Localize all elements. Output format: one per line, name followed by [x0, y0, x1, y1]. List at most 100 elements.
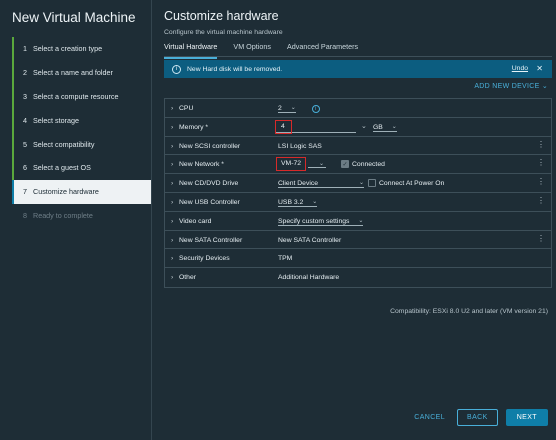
video-select[interactable]: Specify custom settings ⌄	[278, 218, 364, 226]
hardware-row-network: › New Network * VM-72 ⌄ ✓ Connected ⋮	[165, 155, 551, 175]
hardware-row-cpu: › CPU 2 ⌄ i	[165, 99, 551, 118]
wizard-title: New Virtual Machine	[12, 10, 136, 25]
more-vertical-icon[interactable]: ⋮	[537, 196, 545, 205]
wizard-step-3[interactable]: 3 Select a compute resource	[12, 84, 151, 109]
more-vertical-icon[interactable]: ⋮	[537, 140, 545, 149]
step-label: Select a compute resource	[33, 91, 119, 101]
step-label: Ready to complete	[33, 210, 93, 220]
chevron-right-icon: ›	[171, 198, 174, 206]
chevron-down-icon[interactable]: ⌄	[319, 160, 324, 167]
main-panel: Customize hardware Configure the virtual…	[152, 0, 556, 440]
chevron-right-icon: ›	[171, 161, 174, 169]
memory-label: Memory *	[179, 123, 209, 131]
undo-link[interactable]: Undo	[512, 65, 528, 72]
step-label: Select compatibility	[33, 139, 95, 149]
banner-text: New Hard disk will be removed.	[187, 65, 283, 73]
network-label: New Network *	[179, 161, 224, 169]
wizard-step-1[interactable]: 1 Select a creation type	[12, 37, 151, 61]
cpu-select[interactable]: 2 ⌄	[278, 105, 296, 113]
row-expander[interactable]: › New USB Controller	[171, 199, 240, 206]
network-value[interactable]: VM-72	[281, 160, 301, 167]
tab-vm-options[interactable]: VM Options	[233, 42, 271, 56]
row-expander[interactable]: › New Network *	[171, 161, 224, 168]
row-expander[interactable]: › New SCSI controller	[171, 143, 240, 150]
usb-select[interactable]: USB 3.2 ⌄	[278, 198, 318, 207]
page-title: Customize hardware	[164, 9, 279, 23]
step-label: Select a creation type	[33, 44, 103, 54]
wizard-step-4[interactable]: 4 Select storage	[12, 108, 151, 133]
sata-value: New SATA Controller	[278, 236, 342, 244]
step-number: 3	[23, 91, 27, 101]
row-expander[interactable]: › Video card	[171, 218, 211, 225]
other-label: Other	[179, 274, 196, 282]
connect-at-power-on-label: Connect At Power On	[379, 180, 445, 188]
scsi-value: LSI Logic SAS	[278, 142, 322, 150]
memory-unit-select[interactable]: GB ⌄	[373, 124, 397, 132]
cpu-value: 2	[278, 105, 282, 112]
hardware-row-security: › Security Devices TPM	[165, 249, 551, 269]
tab-advanced-parameters[interactable]: Advanced Parameters	[287, 42, 358, 56]
row-expander[interactable]: › Memory *	[171, 124, 208, 131]
step-label: Customize hardware	[33, 187, 99, 197]
chevron-down-icon: ⌄	[358, 180, 364, 187]
step-number: 2	[23, 68, 27, 78]
usb-value: USB 3.2	[278, 198, 304, 206]
hardware-table: › CPU 2 ⌄ i › Memory * 4 ⌄ GB ⌄ › New SCSI co…	[164, 98, 552, 288]
tab-virtual-hardware[interactable]: Virtual Hardware	[164, 42, 218, 59]
hardware-row-usb: › New USB Controller USB 3.2 ⌄ ⋮	[165, 193, 551, 212]
close-icon[interactable]: ✕	[536, 64, 543, 73]
next-button[interactable]: NEXT	[505, 409, 548, 426]
chevron-right-icon: ›	[171, 236, 174, 244]
cd-select[interactable]: Client Device ⌄	[278, 180, 364, 189]
connect-at-power-on-checkbox[interactable]	[368, 179, 376, 188]
step-number: 8	[23, 210, 27, 220]
row-expander[interactable]: › Security Devices	[171, 255, 230, 262]
row-expander[interactable]: › Other	[171, 274, 196, 281]
step-number: 7	[23, 187, 27, 197]
hardware-row-video: › Video card Specify custom settings ⌄	[165, 212, 551, 231]
chevron-right-icon: ›	[171, 142, 174, 150]
network-select-underline	[308, 167, 326, 169]
chevron-right-icon: ›	[171, 217, 174, 225]
chevron-right-icon: ›	[171, 123, 174, 131]
hardware-row-scsi: › New SCSI controller LSI Logic SAS ⋮	[165, 137, 551, 156]
chevron-right-icon: ›	[171, 105, 174, 112]
wizard-sidebar: New Virtual Machine 1 Select a creation t…	[0, 0, 152, 440]
info-banner: i New Hard disk will be removed. Undo ✕	[164, 60, 552, 78]
wizard-step-5[interactable]: 5 Select compatibility	[12, 132, 151, 156]
wizard-step-2[interactable]: 2 Select a name and folder	[12, 60, 151, 85]
chevron-right-icon: ›	[171, 274, 174, 282]
back-button[interactable]: BACK	[457, 409, 498, 426]
chevron-right-icon: ›	[171, 255, 174, 263]
tab-bar: Virtual Hardware VM Options Advanced Par…	[164, 42, 358, 59]
step-label: Select a guest OS	[33, 163, 91, 173]
cancel-button[interactable]: CANCEL	[414, 414, 445, 421]
chevron-down-icon[interactable]: ⌄	[361, 122, 367, 130]
step-number: 5	[23, 139, 27, 149]
wizard-step-6[interactable]: 6 Select a guest OS	[12, 155, 151, 180]
info-icon[interactable]: i	[311, 105, 320, 113]
step-label: Select a name and folder	[33, 68, 113, 78]
wizard-step-7[interactable]: 7 Customize hardware	[12, 179, 151, 204]
row-expander[interactable]: › CPU	[171, 105, 193, 112]
cpu-label: CPU	[179, 105, 194, 112]
sata-label: New SATA Controller	[179, 236, 243, 244]
chevron-down-icon: ⌄	[391, 123, 397, 130]
more-vertical-icon[interactable]: ⋮	[537, 178, 545, 186]
more-vertical-icon[interactable]: ⋮	[537, 159, 545, 167]
step-label: Select storage	[33, 115, 79, 125]
wizard-steps: 1 Select a creation type 2 Select a name a…	[12, 37, 151, 227]
usb-label: New USB Controller	[179, 198, 240, 206]
step-number: 6	[23, 163, 27, 173]
row-expander[interactable]: › New SATA Controller	[171, 237, 242, 244]
chevron-down-icon: ⌄	[290, 105, 296, 111]
connected-label: Connected	[352, 161, 385, 169]
wizard-footer: CANCEL BACK NEXT	[414, 409, 548, 426]
more-vertical-icon[interactable]: ⋮	[537, 234, 545, 243]
hardware-row-other: › Other Additional Hardware	[165, 268, 551, 287]
connected-checkbox[interactable]: ✓	[341, 160, 349, 169]
row-expander[interactable]: › New CD/DVD Drive	[171, 180, 238, 187]
video-label: Video card	[179, 217, 212, 225]
add-new-device-button[interactable]: ADD NEW DEVICE ⌄	[474, 82, 548, 90]
page-subtitle: Configure the virtual machine hardware	[164, 29, 283, 36]
